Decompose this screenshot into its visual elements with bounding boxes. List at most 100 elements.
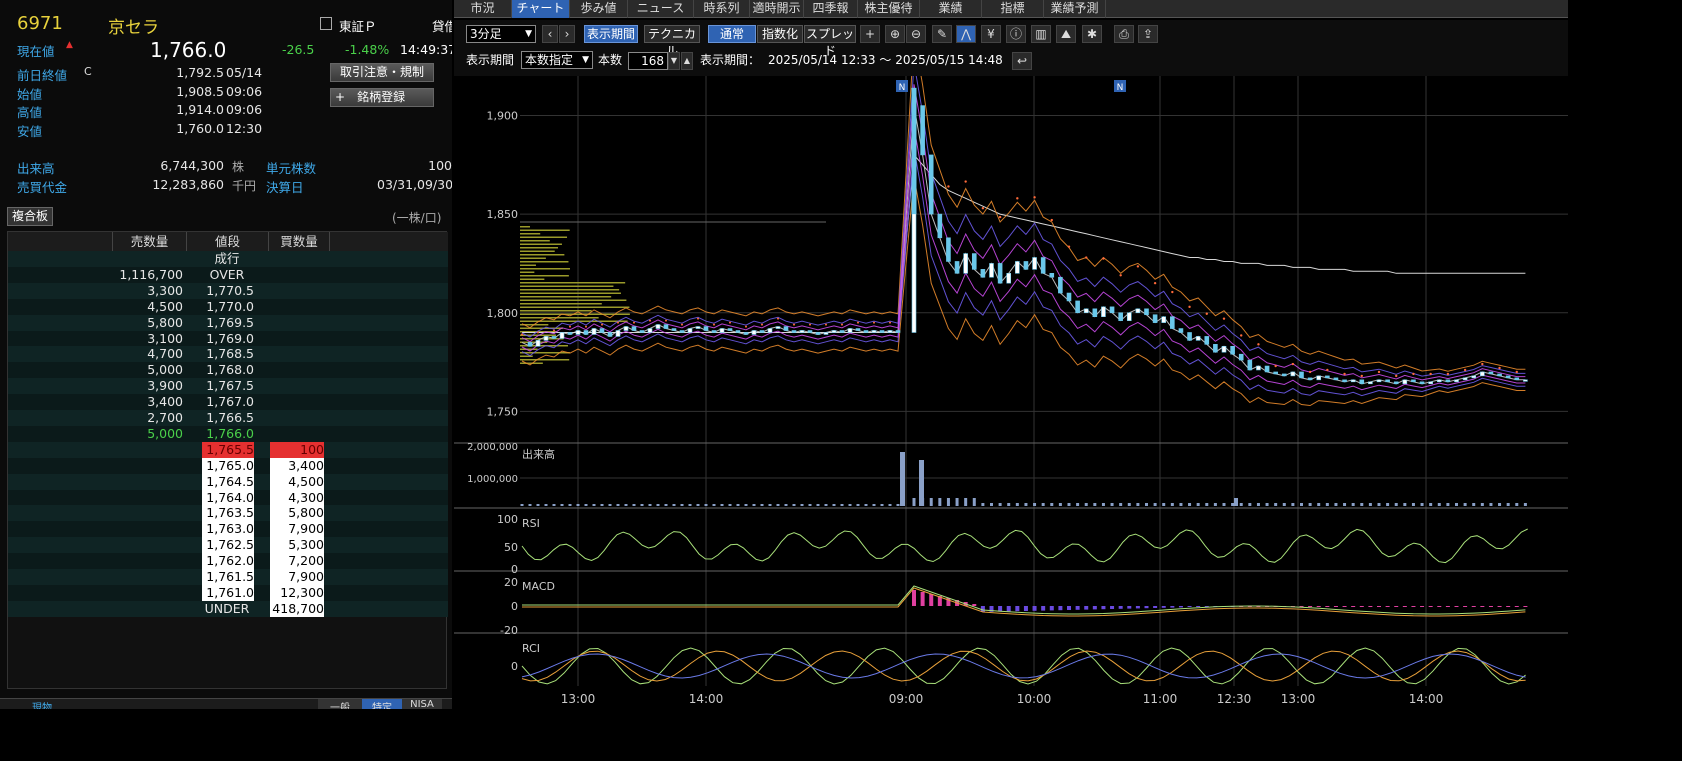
book-tab[interactable]: 複合板 <box>7 207 53 226</box>
tab-5[interactable]: 適時開示 <box>750 0 804 18</box>
info-icon[interactable]: ⓘ <box>1006 25 1026 43</box>
crosshair-icon[interactable]: + <box>860 25 880 43</box>
period-button[interactable]: 表示期間 <box>584 25 638 43</box>
tab-2[interactable]: 歩み値 <box>570 0 628 18</box>
volume-bar <box>955 498 959 506</box>
tab-1[interactable]: チャート <box>512 0 570 18</box>
order-book-row[interactable]: 4,500 1,770.0 <box>8 298 448 315</box>
order-book-row[interactable]: 3,900 1,767.5 <box>8 378 448 395</box>
footer-tab-specific[interactable]: 特定 <box>362 699 402 709</box>
tab-3[interactable]: ニュース <box>628 0 694 18</box>
tab-0[interactable]: 市況 <box>454 0 512 18</box>
volume-bar <box>1007 503 1011 506</box>
spread-button[interactable]: スプレッド <box>804 25 856 58</box>
candle <box>615 330 621 337</box>
wrench-icon[interactable]: ✱ <box>1082 25 1102 43</box>
stepper-up-icon[interactable]: ▲ <box>681 52 693 70</box>
order-book-row[interactable]: 1,765.0 3,400 <box>8 457 448 474</box>
order-book-row[interactable]: 1,763.5 5,800 <box>8 505 448 522</box>
order-book-row[interactable]: 3,400 1,767.0 <box>8 394 448 411</box>
current-time: 14:49:37 <box>400 42 452 57</box>
order-book-row[interactable]: 3,300 1,770.5 <box>8 282 448 299</box>
order-book-row[interactable]: 1,764.5 4,500 <box>8 473 448 490</box>
order-book-row[interactable]: 1,763.0 7,900 <box>8 521 448 538</box>
candle <box>879 330 885 333</box>
pencil-icon[interactable]: ✎ <box>932 25 952 43</box>
order-book-row[interactable]: 成行 <box>8 251 448 267</box>
current-label: 現在値 <box>17 44 55 59</box>
candle <box>575 330 581 335</box>
volume-bar <box>560 504 564 506</box>
mountain-icon[interactable]: ⛰ <box>1056 25 1076 43</box>
index-button[interactable]: 指数化 <box>757 25 803 43</box>
macd-histogram-bar <box>1196 606 1201 607</box>
order-book-row[interactable]: 5,800 1,769.5 <box>8 314 448 331</box>
candle <box>1118 312 1123 321</box>
period-mode-select[interactable]: 本数指定 ▼ <box>521 51 593 69</box>
register-button-label: 銘柄登録 <box>357 90 406 104</box>
candle <box>1428 381 1433 385</box>
volume-bar <box>938 498 942 506</box>
footer-tab-nisa[interactable]: NISA <box>402 699 442 709</box>
technical-button[interactable]: テクニカル <box>644 25 700 58</box>
sar-dot <box>761 323 763 326</box>
reset-icon[interactable]: ↩ <box>1012 52 1032 70</box>
volume-profile-bar <box>520 226 530 228</box>
order-book-row[interactable]: UNDER 418,700 <box>8 600 448 617</box>
tab-10[interactable]: 業績予測 <box>1044 0 1106 18</box>
order-book-row[interactable]: 2,700 1,766.5 <box>8 410 448 426</box>
stepper-down-icon[interactable]: ▼ <box>668 52 680 70</box>
candle <box>759 330 765 333</box>
macd-histogram-bar <box>1394 606 1399 607</box>
tab-6[interactable]: 四季報 <box>804 0 858 18</box>
order-book-row[interactable]: 5,000 1,768.0 <box>8 362 448 379</box>
order-book-row[interactable]: 1,761.5 7,900 <box>8 569 448 585</box>
quote-row-time: 05/14 <box>226 65 263 80</box>
memo-icon[interactable] <box>320 17 332 30</box>
candle <box>1445 379 1451 383</box>
order-book-row[interactable]: 5,000 1,766.0 <box>8 425 448 442</box>
yen-icon[interactable]: ¥ <box>981 25 1001 43</box>
candle <box>711 330 717 333</box>
buy-qty <box>270 426 324 442</box>
export-icon[interactable]: ⇪ <box>1138 25 1158 43</box>
order-book-row[interactable]: 1,762.0 7,200 <box>8 553 448 570</box>
price: 1,769.0 <box>206 330 254 346</box>
zoom-in-icon[interactable]: ⊕ <box>885 25 905 43</box>
sar-dot <box>857 321 859 324</box>
sar-dot <box>1377 370 1381 374</box>
footer-tab-general[interactable]: 一般 <box>318 699 362 709</box>
interval-select[interactable]: 3分足 ▼ <box>466 25 536 43</box>
stock-chart[interactable]: 1,900 1,850 1,800 1,750 N N 13:00 14:00 09:00 10:… <box>454 76 1568 709</box>
order-book-row[interactable]: 1,116,700 OVER <box>8 266 448 283</box>
order-book-row[interactable]: 3,100 1,769.0 <box>8 330 448 347</box>
order-book-row[interactable]: 1,762.5 5,300 <box>8 537 448 554</box>
tab-9[interactable]: 指標 <box>982 0 1044 18</box>
volume-bar <box>1343 503 1347 506</box>
bar-chart-icon[interactable]: ▥ <box>1031 25 1051 43</box>
sar-dot <box>777 317 779 320</box>
lend-label: 貸借 <box>432 19 452 34</box>
normal-button[interactable]: 通常 <box>708 25 756 43</box>
candle <box>971 253 977 270</box>
order-book-row[interactable]: 1,765.5 100 <box>8 441 448 458</box>
price: 1,761.5 <box>202 569 254 585</box>
order-book-row[interactable]: 4,700 1,768.5 <box>8 346 448 363</box>
indicator-bands <box>521 76 1526 407</box>
zoom-out-icon[interactable]: ⊖ <box>906 25 926 43</box>
next-icon[interactable]: › <box>559 25 575 43</box>
price: 1,765.5 <box>202 441 254 458</box>
trade-notice-button[interactable]: 取引注意・規制 <box>330 63 434 82</box>
sar-dot <box>521 333 523 336</box>
tab-8[interactable]: 業績 <box>920 0 982 18</box>
order-book-row[interactable]: 1,761.0 12,300 <box>8 584 448 601</box>
bars-input[interactable]: 168 <box>628 52 668 70</box>
tab-4[interactable]: 時系列 <box>694 0 750 18</box>
print-icon[interactable]: ⎙ <box>1114 25 1134 43</box>
register-button[interactable]: + 銘柄登録 <box>330 88 434 107</box>
prev-icon[interactable]: ‹ <box>542 25 558 43</box>
line-tool-icon[interactable]: ⋀ <box>956 25 976 43</box>
tab-7[interactable]: 株主優待 <box>858 0 920 18</box>
order-book-row[interactable]: 1,764.0 4,300 <box>8 489 448 506</box>
chart-grid <box>454 76 1568 686</box>
